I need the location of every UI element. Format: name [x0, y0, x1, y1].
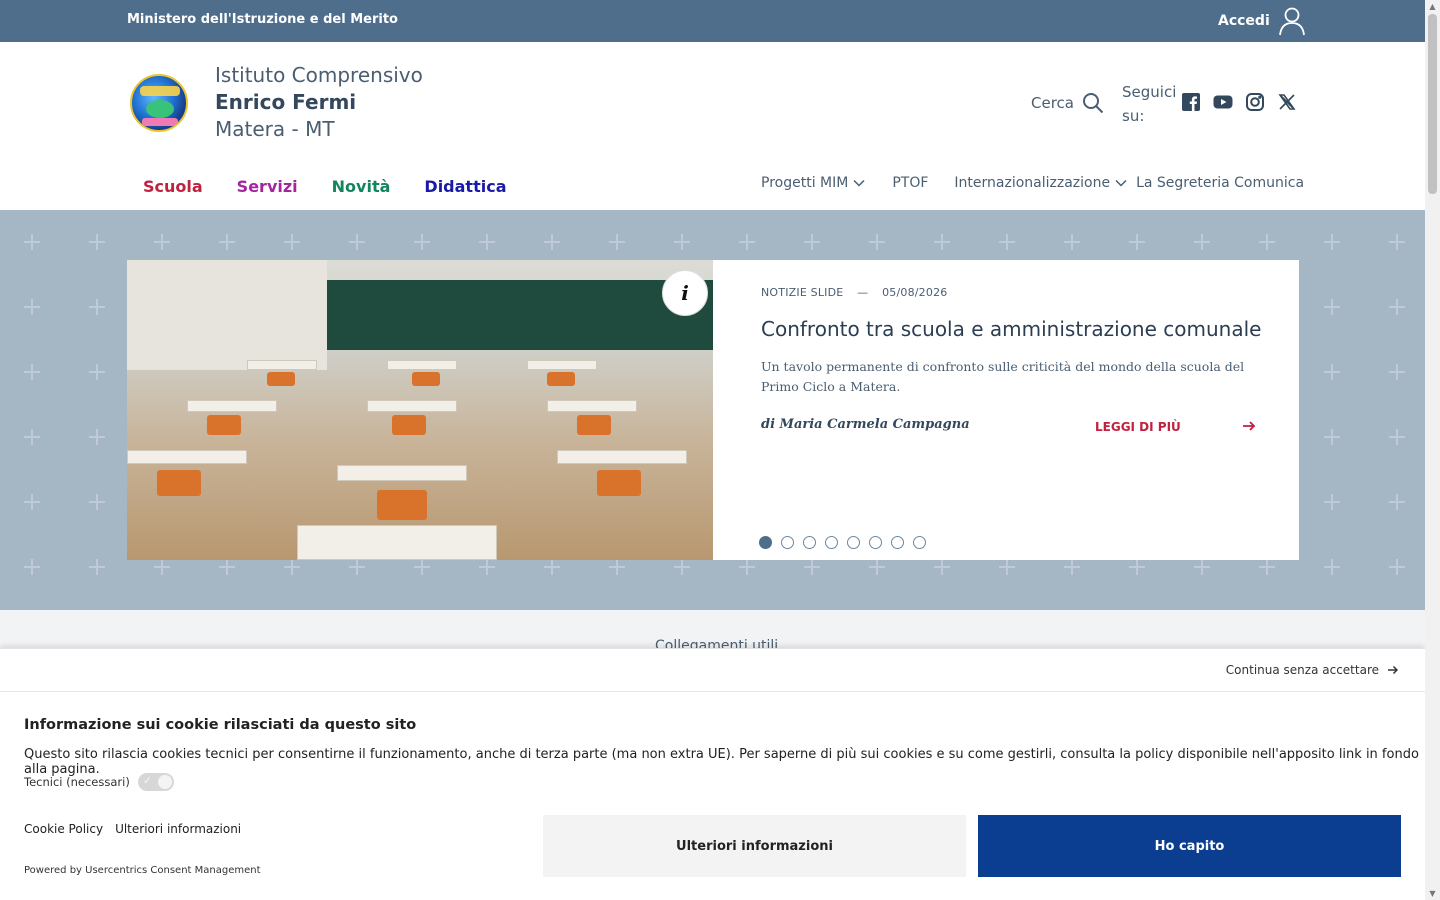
- nav-progetti-mim-label: Progetti MIM: [761, 175, 849, 191]
- search-label: Cerca: [1031, 94, 1074, 112]
- instagram-icon[interactable]: [1245, 92, 1265, 112]
- nav-progetti-mim[interactable]: Progetti MIM: [761, 175, 866, 191]
- cookie-text: Questo sito rilascia cookies tecnici per…: [24, 747, 1419, 777]
- slide-dot[interactable]: [913, 536, 926, 549]
- cookie-policy-link[interactable]: Cookie Policy: [24, 822, 103, 836]
- slide-dot[interactable]: [891, 536, 904, 549]
- cookie-links: Cookie Policy Ulteriori informazioni: [24, 822, 241, 836]
- nav-internazionalizzazione[interactable]: Internazionalizzazione: [954, 175, 1128, 191]
- nav-novita[interactable]: Novità: [332, 177, 391, 196]
- chevron-down-icon: [853, 179, 865, 187]
- search-button[interactable]: Cerca: [1031, 92, 1104, 114]
- slide-text: Un tavolo permanente di confronto sulle …: [761, 359, 1245, 394]
- skip-label: Continua senza accettare: [1225, 663, 1379, 677]
- top-bar: Ministero dell'Istruzione e del Merito A…: [0, 0, 1425, 42]
- social-links: [1181, 92, 1297, 112]
- slide-dot[interactable]: [847, 536, 860, 549]
- continue-without-accepting[interactable]: Continua senza accettare: [1226, 663, 1399, 677]
- slide-image[interactable]: i: [127, 260, 713, 560]
- nav-servizi[interactable]: Servizi: [237, 177, 298, 196]
- scroll-down-icon[interactable]: ▼: [1428, 889, 1437, 898]
- technical-cookies-label: Tecnici (necessari): [24, 775, 130, 789]
- scrollbar-thumb[interactable]: [1428, 14, 1437, 194]
- school-name-line2: Enrico Fermi: [215, 90, 357, 114]
- nav-ptof-label: PTOF: [892, 175, 929, 191]
- slide-meta: NOTIZIE SLIDE — 05/08/2026: [761, 286, 948, 299]
- slide-title[interactable]: Confronto tra scuola e amministrazione c…: [761, 317, 1271, 341]
- nav-scuola[interactable]: Scuola: [143, 177, 203, 196]
- login-button[interactable]: Accedi: [1218, 6, 1306, 36]
- read-more-link[interactable]: LEGGI DI PIÙ: [1095, 420, 1256, 434]
- technical-cookies-toggle[interactable]: ✓: [137, 773, 174, 791]
- school-logo[interactable]: [130, 74, 188, 132]
- nav-segreteria-label: La Segreteria Comunica: [1136, 175, 1305, 191]
- nav-ptof[interactable]: PTOF: [892, 175, 928, 191]
- arrow-right-icon: [1388, 665, 1399, 675]
- more-info-link[interactable]: Ulteriori informazioni: [115, 822, 241, 836]
- slide-date: 05/08/2026: [882, 286, 948, 299]
- accept-button[interactable]: Ho capito: [978, 815, 1401, 877]
- slide-category[interactable]: NOTIZIE SLIDE: [761, 286, 843, 299]
- slide-content: NOTIZIE SLIDE — 05/08/2026 Confronto tra…: [713, 260, 1299, 560]
- slide-dot[interactable]: [825, 536, 838, 549]
- search-icon: [1082, 93, 1104, 114]
- cookie-banner: Continua senza accettare Informazione su…: [0, 648, 1425, 900]
- page-scrollbar[interactable]: ▲ ▼: [1425, 0, 1440, 900]
- slide-dot[interactable]: [781, 536, 794, 549]
- login-label: Accedi: [1218, 13, 1270, 29]
- read-more-label: LEGGI DI PIÙ: [1095, 420, 1181, 434]
- arrow-right-icon: [1243, 421, 1256, 431]
- nav-didattica[interactable]: Didattica: [424, 177, 506, 196]
- slide-author: di Maria Carmela Campagna: [761, 417, 970, 432]
- x-icon[interactable]: [1277, 92, 1297, 112]
- news-slide: i NOTIZIE SLIDE — 05/08/2026 Confronto t…: [127, 260, 1299, 560]
- user-icon: [1278, 7, 1305, 36]
- cookie-title: Informazione sui cookie rilasciati da qu…: [24, 717, 417, 733]
- nav-segreteria[interactable]: La Segreteria Comunica: [1136, 175, 1304, 191]
- slide-pagination: [759, 536, 926, 549]
- school-name-line1: Istituto Comprensivo: [215, 63, 423, 87]
- facebook-icon[interactable]: [1181, 92, 1201, 112]
- ministry-link[interactable]: Ministero dell'Istruzione e del Merito: [127, 12, 398, 27]
- follow-label: Seguici su:: [1122, 83, 1177, 125]
- scroll-up-icon[interactable]: ▲: [1428, 2, 1437, 11]
- more-info-button[interactable]: Ulteriori informazioni: [543, 815, 966, 877]
- youtube-icon[interactable]: [1213, 92, 1233, 112]
- main-navigation: Scuola Servizi Novità Didattica: [143, 177, 506, 196]
- school-name-line3: Matera - MT: [215, 117, 335, 141]
- powered-by: Powered by Usercentrics Consent Manageme…: [24, 865, 261, 876]
- school-name[interactable]: Istituto Comprensivo Enrico Fermi Matera…: [215, 62, 423, 143]
- site-header: Istituto Comprensivo Enrico Fermi Matera…: [0, 42, 1425, 210]
- slide-dot[interactable]: [803, 536, 816, 549]
- nav-internazionalizzazione-label: Internazionalizzazione: [954, 175, 1111, 191]
- secondary-navigation: Progetti MIM PTOF Internazionalizzazione…: [761, 175, 1304, 191]
- slide-dot[interactable]: [759, 536, 772, 549]
- slide-dot[interactable]: [869, 536, 882, 549]
- info-button[interactable]: i: [662, 270, 708, 316]
- technical-cookies-row: Tecnici (necessari) ✓: [24, 773, 174, 791]
- chevron-down-icon: [1115, 179, 1127, 187]
